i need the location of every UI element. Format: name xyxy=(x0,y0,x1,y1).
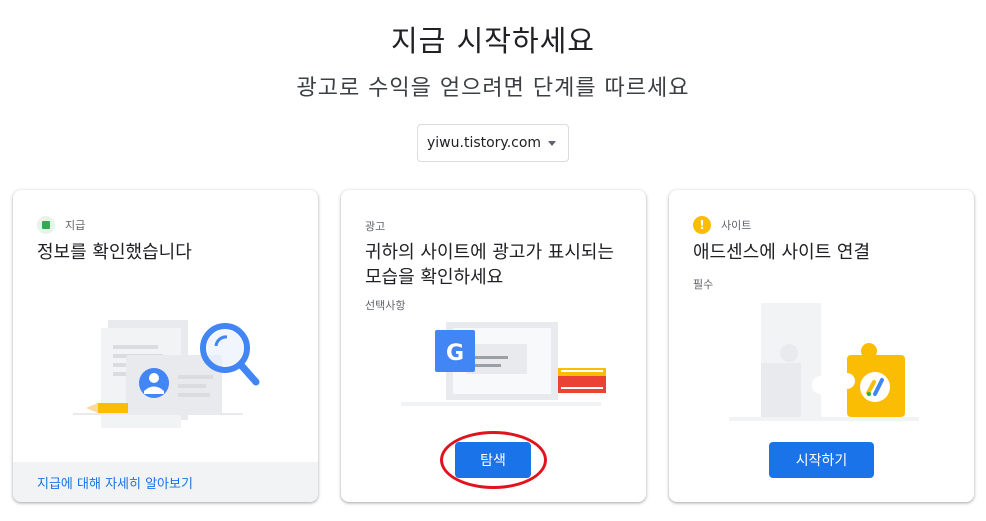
get-started-button[interactable]: 시작하기 xyxy=(769,442,874,478)
learn-more-payment-link[interactable]: 지급에 대해 자세히 알아보기 xyxy=(37,473,193,492)
payment-card-tag: 지급 xyxy=(37,216,85,234)
site-card-heading: 애드센스에 사이트 연결 xyxy=(693,242,871,263)
ads-card: 광고 귀하의 사이트에 광고가 표시되는 모습을 확인하세요 선택사항 G 탐색 xyxy=(341,190,646,502)
ads-card-tag: 광고 xyxy=(365,220,386,233)
site-card: ! 사이트 애드센스에 사이트 연결 필수 시작하기 xyxy=(669,190,974,502)
google-g-logo: G xyxy=(446,341,464,366)
site-card-required-note: 필수 xyxy=(693,278,714,291)
site-selector[interactable]: yiwu.tistory.com xyxy=(417,124,569,162)
payment-card-heading: 정보를 확인했습니다 xyxy=(37,242,192,263)
payment-card-tag-label: 지급 xyxy=(65,219,86,232)
page-title: 지금 시작하세요 xyxy=(391,24,595,58)
check-status-icon xyxy=(37,216,55,234)
payment-card: 지급 정보를 확인했습니다 지급에 대해 자세히 알아보기 xyxy=(13,190,318,502)
payment-card-footer: 지급에 대해 자세히 알아보기 xyxy=(13,462,318,502)
explore-button[interactable]: 탐색 xyxy=(455,442,531,478)
site-card-tag: ! 사이트 xyxy=(693,216,751,234)
dropdown-caret-icon xyxy=(548,141,556,146)
ads-preview-illustration: G xyxy=(401,322,606,406)
site-card-tag-label: 사이트 xyxy=(721,219,752,232)
ads-card-heading: 귀하의 사이트에 광고가 표시되는 모습을 확인하세요 xyxy=(365,242,615,288)
page-subtitle: 광고로 수익을 얻으려면 단계를 따르세요 xyxy=(296,76,690,101)
payment-verification-illustration xyxy=(73,320,260,428)
site-selector-value: yiwu.tistory.com xyxy=(427,135,542,151)
warning-status-icon: ! xyxy=(693,216,711,234)
connect-site-puzzle-illustration xyxy=(729,303,919,421)
